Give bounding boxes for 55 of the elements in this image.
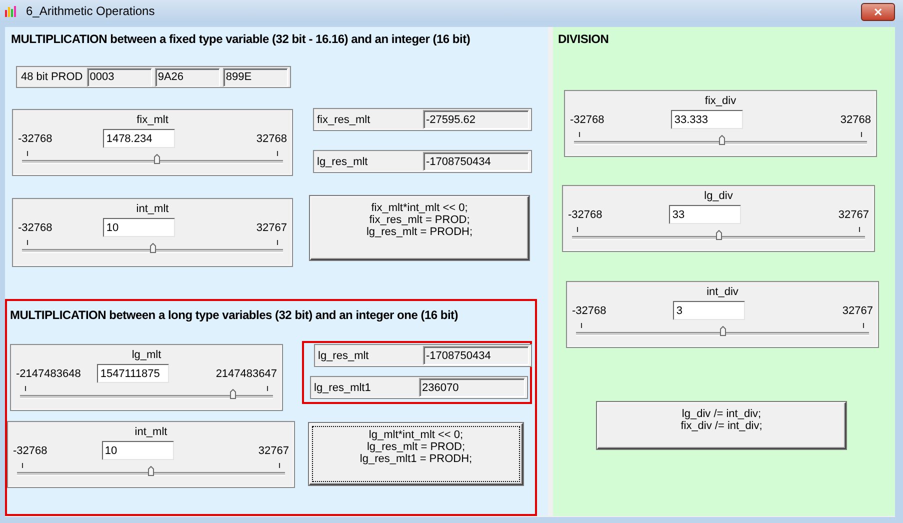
max-label: 32767 bbox=[838, 208, 869, 220]
value-field[interactable]: 10 bbox=[103, 218, 176, 238]
slider-thumb[interactable] bbox=[150, 243, 156, 254]
max-label: 32767 bbox=[256, 222, 287, 234]
section-heading: MULTIPLICATION between a long type variables (32 bit) and an integer one (16 bit) bbox=[10, 307, 460, 324]
slider-thumb[interactable] bbox=[230, 389, 236, 400]
slider-label: fix_div bbox=[704, 95, 736, 107]
compute-button[interactable]: lg_mlt*int_mlt << 0; lg_res_mlt = PROD; lg_res_mlt1 = PRODH; bbox=[309, 423, 523, 486]
max-label: 2147483647 bbox=[216, 368, 277, 380]
max-label: 32768 bbox=[840, 114, 871, 126]
value-field[interactable]: 1547111875 bbox=[97, 364, 170, 384]
app-icon bbox=[4, 5, 18, 17]
slider-label: fix_mlt bbox=[136, 114, 168, 126]
compute-button[interactable]: lg_div /= int_div; fix_div /= int_div; bbox=[597, 402, 846, 449]
slider-label: int_mlt bbox=[136, 203, 169, 216]
slider-thumb[interactable] bbox=[716, 230, 722, 240]
min-label: -32768 bbox=[568, 208, 602, 220]
min-label: -32768 bbox=[572, 304, 606, 316]
max-label: 32768 bbox=[256, 132, 287, 145]
value-field[interactable]: 10 bbox=[102, 441, 174, 460]
result-label: fix_res_mlt bbox=[317, 114, 372, 126]
value-field[interactable]: 1478.234 bbox=[103, 129, 176, 148]
result-field: -1708750434 bbox=[423, 152, 529, 172]
result-label: lg_res_mlt bbox=[318, 350, 370, 362]
slider-label: int_div bbox=[706, 286, 738, 298]
section-heading: MULTIPLICATION between a fixed type variable (32 bit - 16.16) and an integer (16 bit) bbox=[11, 31, 472, 47]
prod-label: 48 bit PROD bbox=[21, 71, 83, 84]
min-label: -32768 bbox=[18, 222, 52, 234]
slider-label: int_mlt bbox=[134, 426, 168, 438]
prod-field: 899E bbox=[222, 68, 288, 87]
result-field: -1708750434 bbox=[423, 346, 529, 366]
compute-button[interactable]: fix_mlt*int_mlt << 0; fix_res_mlt = PROD; lg_res_mlt = PRODH; bbox=[310, 196, 529, 260]
min-label: -32768 bbox=[13, 444, 48, 457]
result-label: lg_res_mlt bbox=[317, 156, 369, 168]
section-heading: DIVISION bbox=[558, 31, 610, 47]
max-label: 32767 bbox=[258, 444, 289, 457]
window-title: 6_Arithmetic Operations bbox=[26, 4, 156, 18]
slider-label: lg_div bbox=[704, 190, 733, 202]
min-label: -2147483648 bbox=[16, 368, 81, 380]
min-label: -32768 bbox=[18, 132, 52, 145]
max-label: 32767 bbox=[842, 304, 873, 316]
min-label: -32768 bbox=[570, 114, 604, 126]
result-field: -27595.62 bbox=[423, 110, 529, 130]
result-field: 236070 bbox=[419, 378, 525, 398]
slider-thumb[interactable] bbox=[148, 466, 154, 476]
result-label: lg_res_mlt1 bbox=[314, 382, 372, 394]
prod-field: 0003 bbox=[86, 68, 152, 87]
value-field[interactable]: 33.333 bbox=[671, 110, 744, 129]
value-field[interactable]: 33 bbox=[669, 205, 742, 224]
slider-thumb[interactable] bbox=[154, 154, 160, 164]
slider-label: lg_mlt bbox=[132, 349, 162, 362]
slider-thumb[interactable] bbox=[720, 326, 726, 336]
value-field[interactable]: 3 bbox=[673, 301, 746, 320]
slider-thumb[interactable] bbox=[718, 135, 725, 145]
prod-field: 9A26 bbox=[154, 68, 220, 87]
